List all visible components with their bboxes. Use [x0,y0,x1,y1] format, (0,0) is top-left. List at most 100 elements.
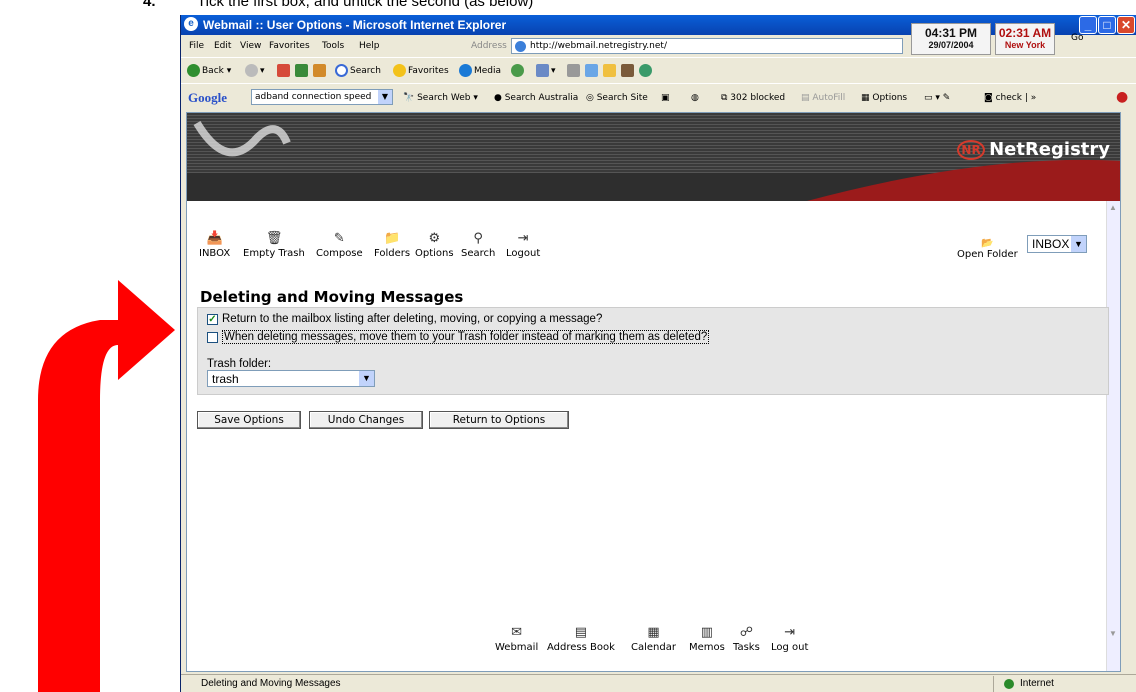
netregistry-logo: NR NetRegistry [957,139,1110,160]
address-input[interactable]: http://webmail.netregistry.net/ [511,38,903,54]
option-return-row: ✓ Return to the mailbox listing after del… [207,313,602,325]
google-query: adband connection speed [255,92,372,102]
inbox-icon: 📥 [206,231,223,246]
nav-inbox[interactable]: 📥 INBOX [199,231,230,259]
red-arrow-annotation [38,280,175,692]
option-return-label: Return to the mailbox listing after dele… [222,313,603,325]
minimize-button[interactable]: _ [1079,16,1097,34]
messenger-icon[interactable] [639,64,654,77]
menu-help[interactable]: Help [359,41,380,51]
search-web-button[interactable]: 🔭 Search Web ▾ [403,93,478,103]
calendar-icon: ▦ [647,625,660,640]
search-icon [335,64,348,77]
autofill-button[interactable]: ▤ AutoFill [801,93,845,103]
trash-folder-label: Trash folder: [207,358,272,370]
google-toolbar: Google adband connection speed ▼ 🔭 Searc… [181,83,1136,111]
nav-folders[interactable]: 📁 Folders [374,231,410,259]
memo-icon: ▥ [700,625,714,640]
refresh-icon[interactable] [295,64,310,77]
security-zone: Internet [993,676,1133,692]
options-box: ✓ Return to the mailbox listing after del… [197,307,1109,395]
trash-icon: 🗑 [265,231,283,246]
menu-edit[interactable]: Edit [214,41,231,51]
instruction-number: 4. [143,0,156,10]
open-folder-button[interactable]: 📂 Open Folder [957,238,1018,260]
bottom-nav-memos[interactable]: ▥ Memos [689,625,725,653]
bottom-nav-logout[interactable]: ⇥ Log out [771,625,808,653]
return-to-options-button[interactable]: Return to Options [429,411,569,429]
document-page: 4. Tick the first box, and untick the se… [0,0,1136,692]
favorites-button[interactable]: Favorites [393,64,449,77]
trash-folder-select[interactable]: trash ▼ [207,370,375,387]
search-button[interactable]: Search [335,64,381,77]
forward-button[interactable]: ▾ [245,64,265,77]
edit-icon[interactable] [585,64,600,77]
back-button[interactable]: Back ▾ [187,64,231,77]
logo-icon: ● [1116,89,1129,105]
save-options-button[interactable]: Save Options [197,411,301,429]
move-to-trash-checkbox[interactable] [207,331,218,343]
nav-empty-trash[interactable]: 🗑 Empty Trash [243,231,305,259]
logout-icon: ⇥ [517,231,529,246]
bottom-nav-calendar[interactable]: ▦ Calendar [631,625,676,653]
search-icon: ⚲ [473,231,483,246]
chevron-down-icon[interactable]: ▼ [1071,236,1086,252]
stop-icon[interactable] [277,64,292,77]
window-title: Webmail :: User Options - Microsoft Inte… [203,18,507,32]
media-button[interactable]: Media [459,64,501,77]
search-site-button[interactable]: ◎ Search Site [586,93,648,103]
pagerank-icon[interactable]: ◍ [691,93,699,103]
history-icon[interactable] [511,64,526,77]
nav-options[interactable]: ⚙ Options [415,231,454,259]
popup-blocker-button[interactable]: ⧉ 302 blocked [721,93,785,103]
undo-changes-button[interactable]: Undo Changes [309,411,423,429]
compose-icon: ✎ [333,231,345,246]
star-icon [393,64,406,77]
google-search-input[interactable]: adband connection speed ▼ [251,89,393,105]
bottom-nav-tasks[interactable]: ☍ Tasks [733,625,760,653]
standard-toolbar: Back ▾ ▾ Search Favorites Media ▾ [181,57,1136,83]
chevron-down-icon[interactable]: ▼ [359,371,374,386]
vertical-scrollbar[interactable]: ▲ ▼ [1106,201,1120,671]
folder-icon[interactable] [603,64,618,77]
menu-tools[interactable]: Tools [322,41,344,51]
nav-search[interactable]: ⚲ Search [461,231,495,259]
search-australia-button[interactable]: ● Search Australia [494,93,578,103]
home-icon[interactable] [313,64,328,77]
maximize-button[interactable]: □ [1098,16,1116,34]
brand-name: NetRegistry [989,139,1110,160]
return-to-listing-checkbox[interactable]: ✓ [207,313,218,325]
forward-icon [245,64,258,77]
section-title: Deleting and Moving Messages [200,288,464,306]
scroll-up-icon[interactable]: ▲ [1107,203,1119,217]
bottom-nav-address-book[interactable]: ▤ Address Book [547,625,615,653]
menu-favorites[interactable]: Favorites [269,41,310,51]
spellcheck-button[interactable]: ◙ check | » [984,93,1036,103]
address-value: http://webmail.netregistry.net/ [530,41,667,51]
bottom-nav-webmail[interactable]: ✉ Webmail [495,625,538,653]
menu-view[interactable]: View [240,41,261,51]
google-logo[interactable]: Google [188,90,227,106]
go-button[interactable]: Go [1071,33,1083,43]
folder-select[interactable]: INBOX ▼ [1027,235,1087,253]
nav-compose[interactable]: ✎ Compose [316,231,363,259]
options-button[interactable]: ▦ Options [861,93,907,103]
instruction-line: 4. Tick the first box, and untick the se… [0,0,1136,10]
scroll-down-icon[interactable]: ▼ [1107,629,1119,643]
print-icon[interactable] [567,64,582,77]
folder-select-value: INBOX [1032,237,1070,251]
page-info-icon[interactable]: ▣ [661,93,670,103]
mail-icon[interactable]: ▾ [536,64,556,77]
research-icon[interactable] [621,64,636,77]
menu-file[interactable]: File [189,41,204,51]
instruction-text: Tick the first box, and untick the secon… [197,0,534,10]
title-bar: e Webmail :: User Options - Microsoft In… [181,15,1136,35]
close-button[interactable]: ✕ [1117,16,1135,34]
tasks-icon: ☍ [739,625,753,640]
nav-logout[interactable]: ⇥ Logout [506,231,540,259]
chevron-down-icon[interactable]: ▼ [378,90,392,104]
envelope-icon: ✉ [511,625,523,640]
status-bar: Deleting and Moving Messages Internet [181,674,1136,692]
highlight-icon[interactable]: ▭ ▾ ✎ [924,93,950,103]
page-globe-icon [515,41,526,52]
